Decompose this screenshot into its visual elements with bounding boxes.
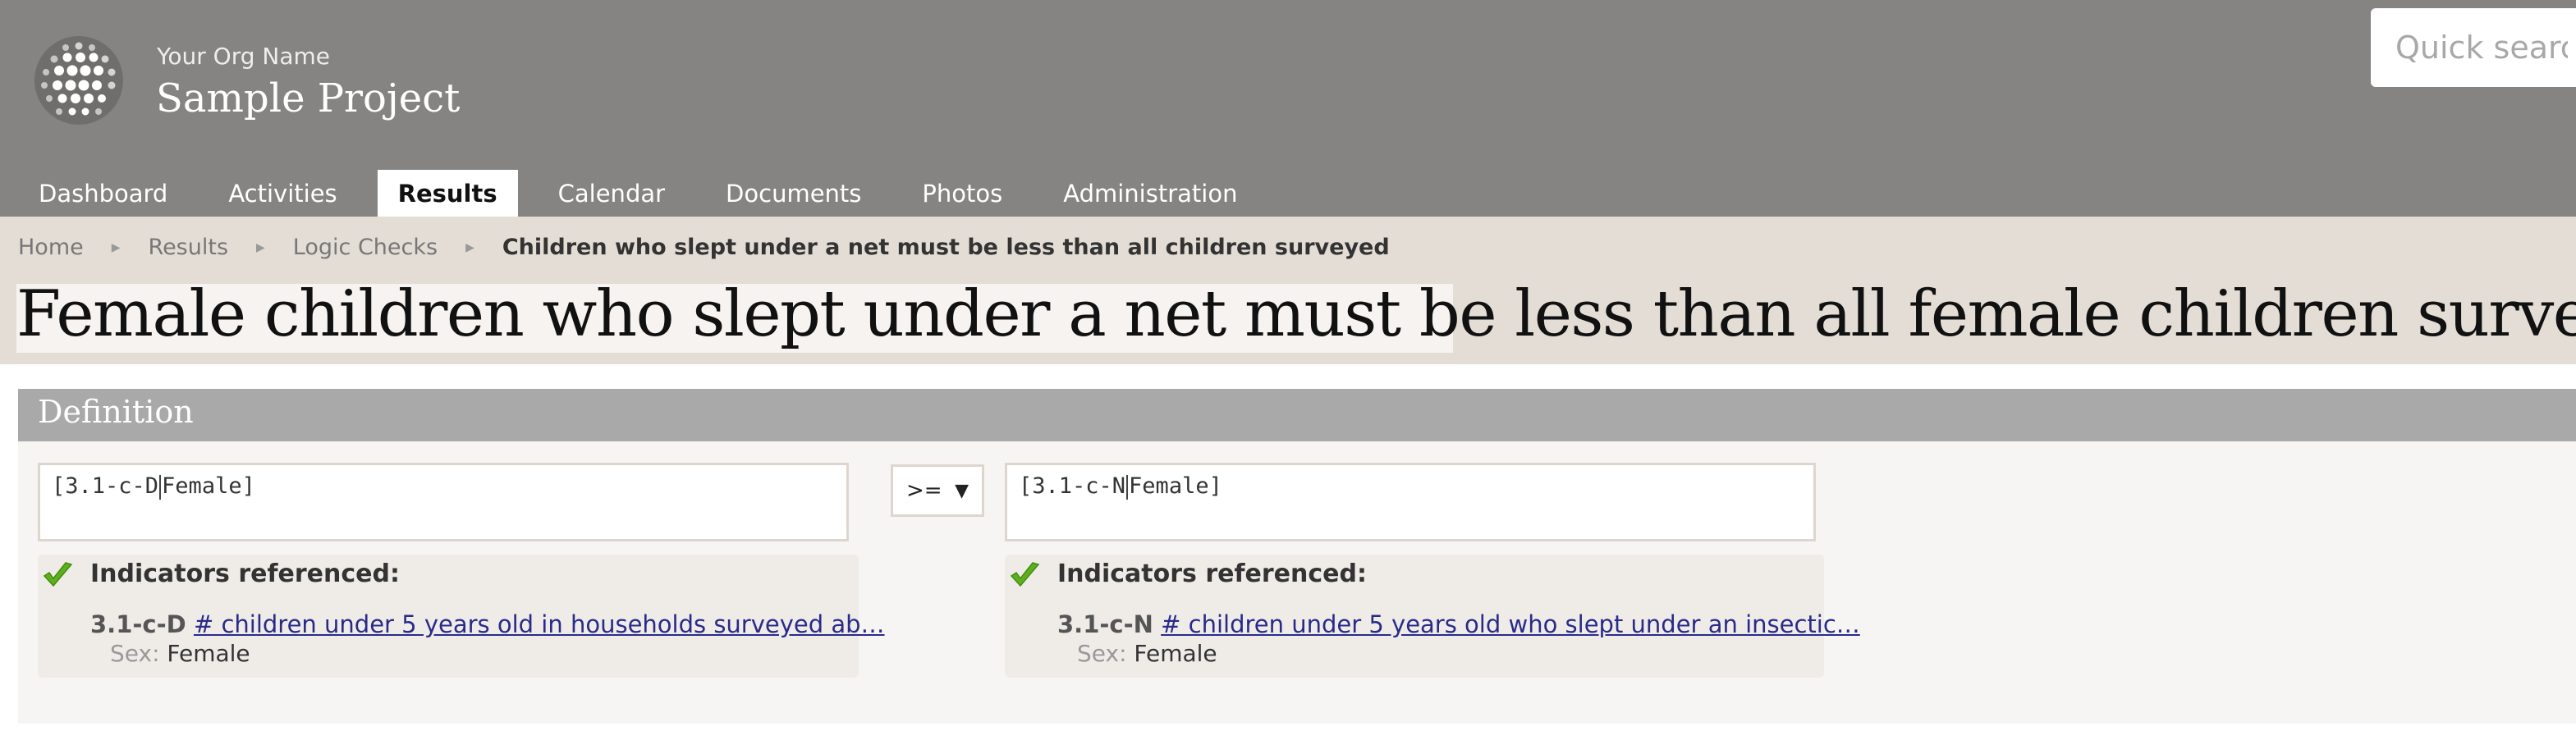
right-refs-heading: Indicators referenced: [1057, 560, 1367, 588]
sex-label: Sex: [110, 640, 160, 667]
definition-heading: Definition [38, 394, 194, 430]
nav-photos[interactable]: Photos [901, 170, 1023, 217]
page-title: Female children who slept under a net mu… [16, 277, 2576, 351]
operator-value: >= [906, 478, 942, 503]
breadcrumb-home[interactable]: Home [18, 235, 84, 260]
right-indicator-link[interactable]: # children under 5 years old who slept u… [1161, 610, 1860, 638]
quick-search-input[interactable] [2371, 8, 2576, 87]
check-icon [43, 562, 73, 587]
sex-label: Sex: [1077, 640, 1127, 667]
nav-dashboard[interactable]: Dashboard [18, 170, 188, 217]
breadcrumb-results[interactable]: Results [149, 235, 229, 260]
breadcrumb-current: Children who slept under a net must be l… [502, 235, 1390, 260]
right-expression-editor[interactable]: [3.1-c-N Female] [1005, 463, 1816, 541]
right-expression-filter: Female] [1129, 473, 1222, 499]
breadcrumb-logic-checks[interactable]: Logic Checks [293, 235, 438, 260]
left-expression-filter: Female] [162, 473, 255, 499]
triangle-right-icon: ▶ [256, 240, 265, 254]
triangle-right-icon: ▶ [111, 240, 121, 254]
left-indicator-sex: Sex: Female [110, 640, 250, 667]
text-cursor [1126, 474, 1129, 500]
triangle-right-icon: ▶ [465, 240, 474, 254]
left-indicator-code: 3.1-c-D [90, 610, 186, 638]
right-indicator-sex: Sex: Female [1077, 640, 1217, 667]
right-expression-code: [3.1-c-N [1019, 473, 1126, 499]
nav-activities[interactable]: Activities [208, 170, 357, 217]
left-expression-code: [3.1-c-D [52, 473, 159, 499]
right-indicator-ref: 3.1-c-N # children under 5 years old who… [1057, 610, 1860, 638]
left-indicator-link[interactable]: # children under 5 years old in househol… [194, 610, 885, 638]
left-indicator-ref: 3.1-c-D # children under 5 years old in … [90, 610, 885, 638]
project-name[interactable]: Sample Project [156, 75, 460, 121]
nav-documents[interactable]: Documents [705, 170, 882, 217]
nav-results[interactable]: Results [377, 170, 518, 217]
left-refs-heading: Indicators referenced: [90, 560, 400, 588]
check-icon [1010, 562, 1040, 587]
nav-calendar[interactable]: Calendar [538, 170, 685, 217]
right-indicator-code: 3.1-c-N [1057, 610, 1153, 638]
sex-value: Female [167, 640, 250, 667]
sex-value: Female [1134, 640, 1217, 667]
globe-dots-logo[interactable] [33, 34, 125, 126]
main-nav: Dashboard Activities Results Calendar Do… [18, 170, 1277, 217]
definition-panel-header [18, 389, 2576, 441]
operator-select[interactable]: >= ▼ [891, 464, 984, 517]
left-expression-editor[interactable]: [3.1-c-D Female] [38, 463, 849, 541]
nav-administration[interactable]: Administration [1043, 170, 1258, 217]
breadcrumb: Home ▶ Results ▶ Logic Checks ▶ Children… [18, 235, 1390, 260]
triangle-down-icon: ▼ [955, 480, 969, 501]
text-cursor [159, 474, 162, 500]
org-name: Your Org Name [157, 43, 331, 70]
